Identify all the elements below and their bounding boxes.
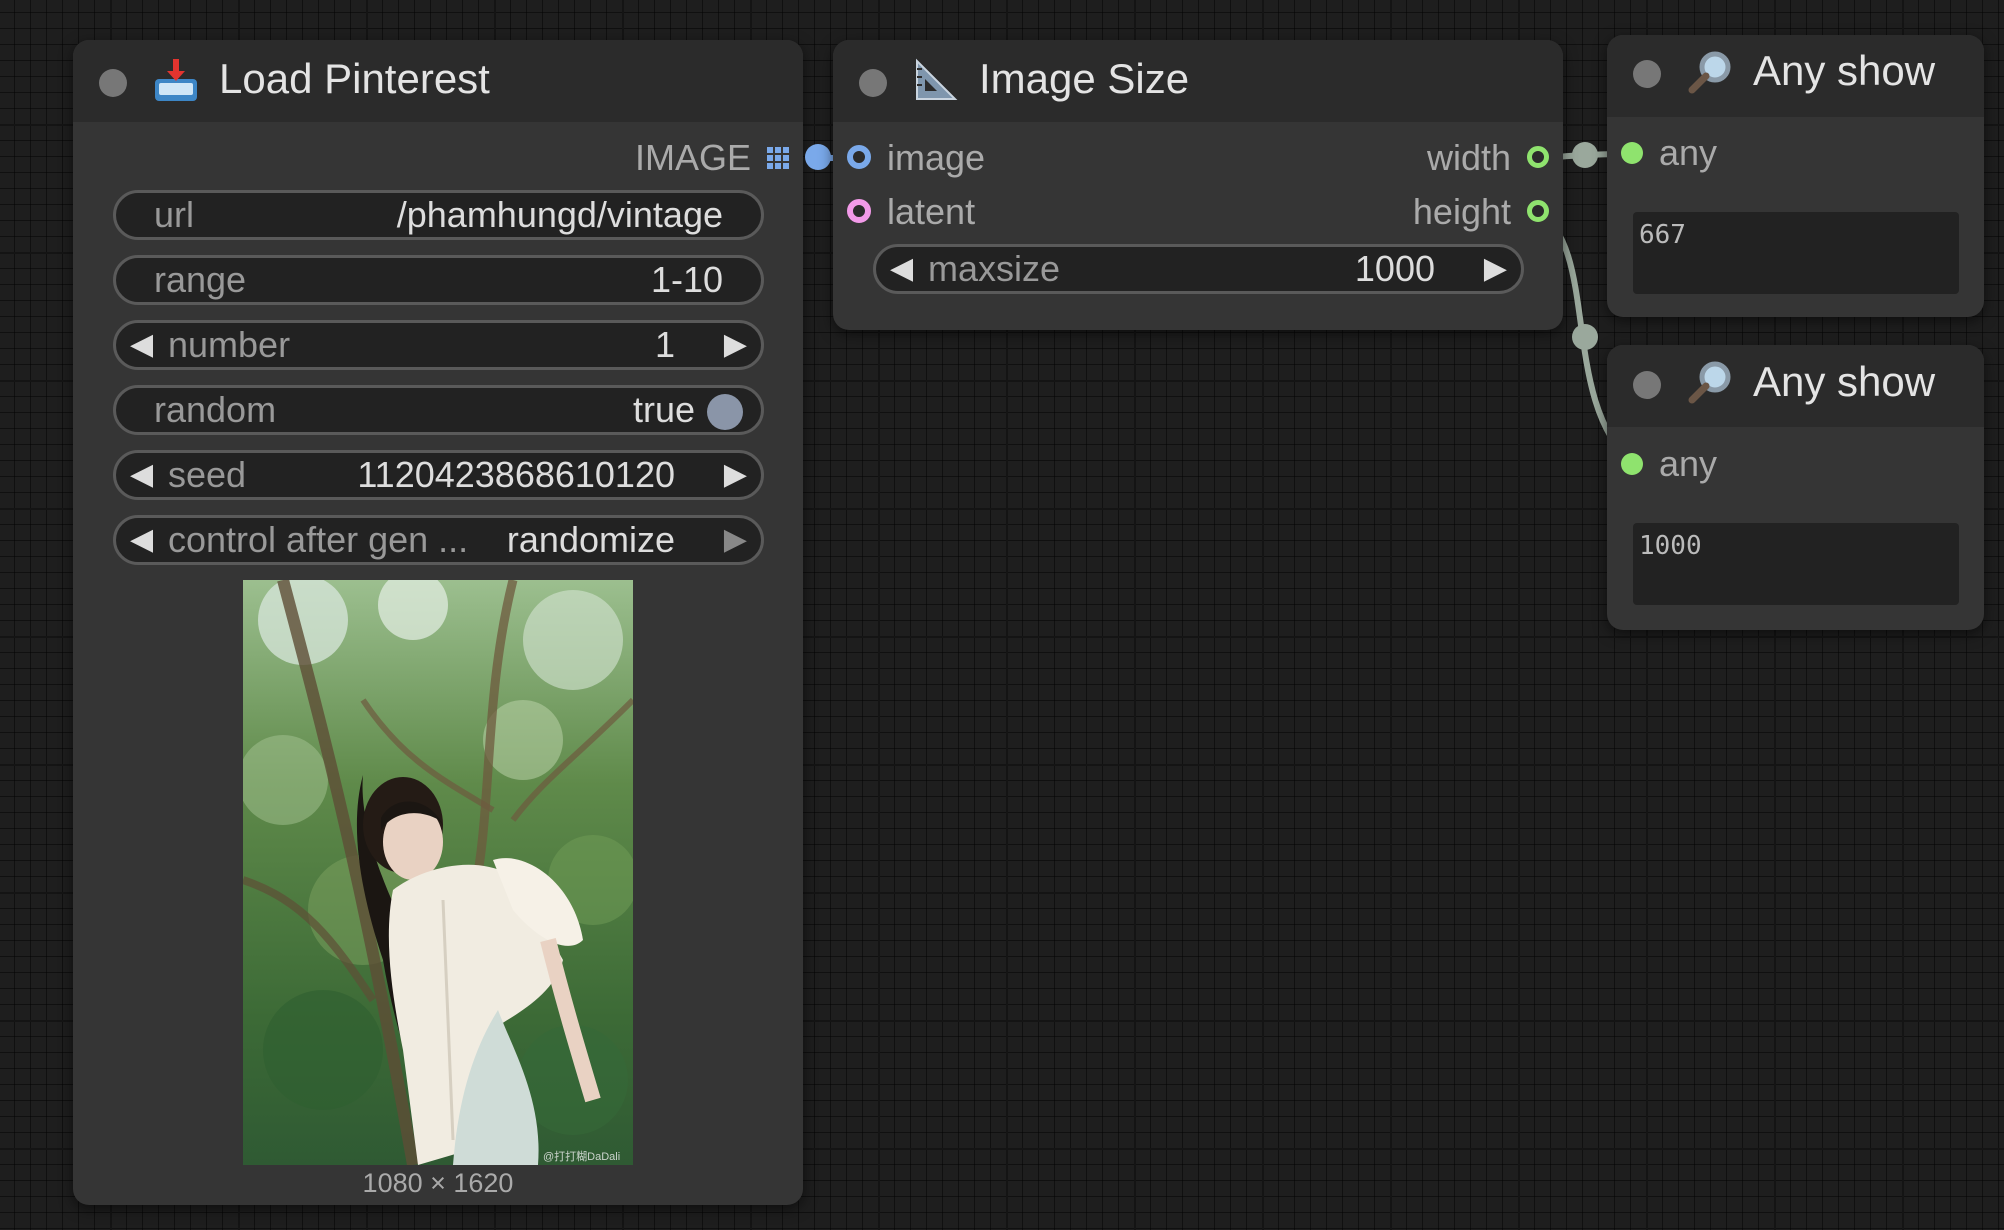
decrement-arrow-icon[interactable]: ◀ (130, 323, 153, 367)
collapse-dot-icon[interactable] (859, 69, 887, 97)
any-show-output-text[interactable]: 667 (1633, 212, 1959, 294)
input-label-any: any (1659, 132, 1718, 173)
image-preview: @打打糊DaDali (243, 580, 633, 1165)
widget-value: /phamhungd/vintage (396, 194, 723, 235)
decrement-arrow-icon[interactable]: ◀ (890, 247, 913, 291)
input-label-latent: latent (887, 191, 976, 232)
image-size-caption: 1080 × 1620 (362, 1168, 514, 1198)
range-widget[interactable]: range 1-10 (113, 255, 764, 305)
triangle-ruler-icon (916, 58, 958, 100)
collapse-dot-icon[interactable] (1633, 371, 1661, 399)
output-label-height: height (1412, 191, 1511, 232)
preview-watermark: @打打糊DaDali (543, 1149, 620, 1163)
image-size-node[interactable]: Image Size image latent width height ◀ m… (833, 40, 1563, 330)
magnifier-icon (1688, 361, 1731, 404)
increment-arrow-icon[interactable]: ▶ (1484, 247, 1507, 291)
widget-label: maxsize (928, 248, 1061, 289)
output-label-image: IMAGE (634, 137, 751, 178)
output-label-width: width (1426, 137, 1511, 178)
input-slot-any[interactable] (1621, 142, 1643, 164)
node-title-bar[interactable]: Any show (1607, 345, 1984, 427)
seed-widget[interactable]: ◀ seed 1120423868610120 ▶ (113, 450, 764, 500)
widget-value: 1 (654, 324, 675, 365)
any-show-node-2[interactable]: Any show any 1000 (1607, 345, 1984, 630)
widget-label: random (154, 389, 277, 430)
input-slot-any[interactable] (1621, 453, 1643, 475)
increment-arrow-icon[interactable]: ▶ (724, 518, 747, 562)
node-title: Any show (1753, 47, 1936, 94)
grid-icon (767, 147, 789, 169)
widget-label: url (154, 194, 195, 235)
increment-arrow-icon[interactable]: ▶ (724, 323, 747, 367)
node-title-bar[interactable]: Any show (1607, 35, 1984, 117)
collapse-dot-icon[interactable] (1633, 60, 1661, 88)
load-pinterest-node[interactable]: Load Pinterest IMAGE url /phamhungd/vint… (73, 40, 831, 1205)
increment-arrow-icon[interactable]: ▶ (724, 453, 747, 497)
widget-value: 1-10 (650, 259, 723, 300)
link-height-midpoint[interactable] (1572, 324, 1598, 350)
widget-value: randomize (506, 519, 675, 560)
control-after-generate-widget[interactable]: ◀ control after gen ... randomize ▶ (113, 515, 764, 565)
input-slot-latent[interactable] (847, 199, 871, 223)
collapse-dot-icon[interactable] (99, 69, 127, 97)
any-show-output-text[interactable]: 1000 (1633, 523, 1959, 605)
random-toggle-widget[interactable]: random true (113, 385, 764, 435)
node-title: Image Size (979, 55, 1190, 102)
decrement-arrow-icon[interactable]: ◀ (130, 518, 153, 562)
input-label-any: any (1659, 443, 1718, 484)
node-title: Load Pinterest (219, 55, 490, 102)
any-show-node-1[interactable]: Any show any 667 (1607, 35, 1984, 317)
widget-label: seed (168, 454, 247, 495)
widget-value: 1120423868610120 (357, 454, 675, 495)
widget-label: number (168, 324, 291, 365)
number-widget[interactable]: ◀ number 1 ▶ (113, 320, 764, 370)
node-title: Any show (1753, 358, 1936, 405)
node-title-bar[interactable]: Image Size (833, 40, 1563, 122)
node-title-bar[interactable]: Load Pinterest (73, 40, 803, 122)
decrement-arrow-icon[interactable]: ◀ (130, 453, 153, 497)
widget-label: range (154, 259, 247, 300)
toggle-knob-icon[interactable] (707, 394, 743, 430)
url-widget[interactable]: url /phamhungd/vintage (113, 190, 764, 240)
widget-label: control after gen ... (168, 519, 469, 560)
input-slot-image[interactable] (847, 145, 871, 169)
link-width-midpoint[interactable] (1572, 142, 1598, 168)
magnifier-icon (1688, 51, 1731, 94)
output-slot-width[interactable] (1527, 146, 1549, 168)
output-slot-height[interactable] (1527, 200, 1549, 222)
input-label-image: image (887, 137, 986, 178)
inbox-tray-icon (155, 59, 197, 101)
maxsize-widget[interactable]: ◀ maxsize 1000 ▶ (873, 244, 1524, 294)
widget-value: 1000 (1354, 248, 1435, 289)
widget-value: true (632, 389, 695, 430)
output-slot-image[interactable] (805, 144, 831, 170)
